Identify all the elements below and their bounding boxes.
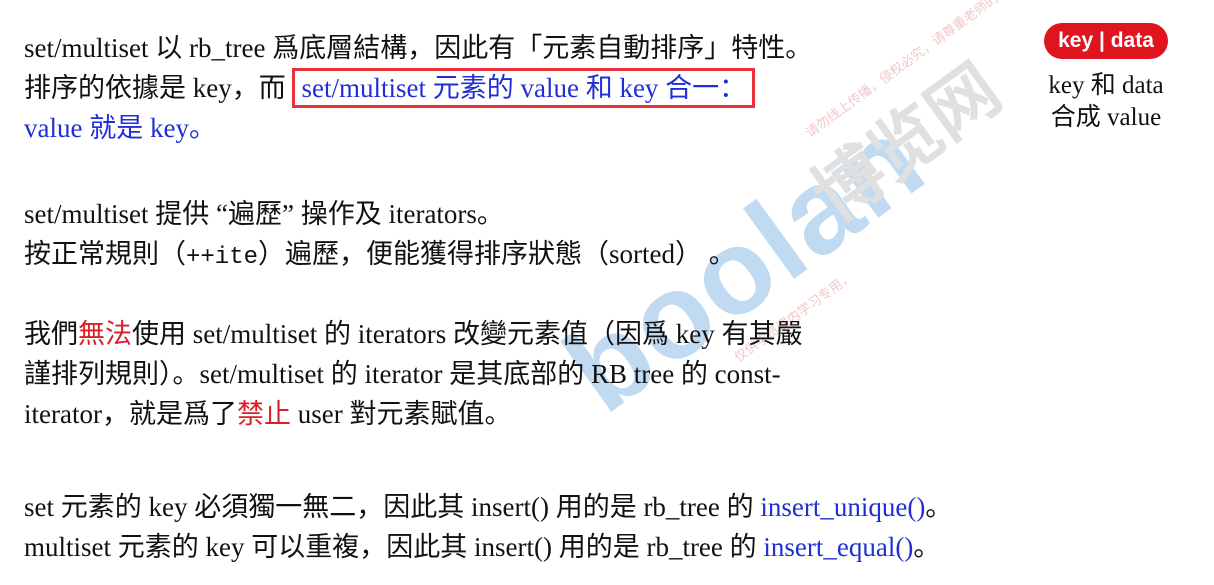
p2-line-2-post: ）遍歷，便能獲得排序狀態（sorted） 。 <box>258 239 736 269</box>
paragraph-const-iterator: 我們無法使用 set/multiset 的 iterators 改變元素值（因爲… <box>24 314 802 434</box>
red-word-forbid: 禁止 <box>236 399 291 429</box>
p1-line-1: set/multiset 以 rb_tree 爲底層結構，因此有「元素自動排序」… <box>24 33 813 63</box>
highlight-box-value-key: set/multiset 元素的 value 和 key 合一： <box>292 68 756 108</box>
p4-line-2: multiset 元素的 key 可以重複，因此其 insert() 用的是 r… <box>24 527 952 567</box>
p1-line-2: 排序的依據是 key，而 set/multiset 元素的 value 和 ke… <box>24 68 812 108</box>
p1-line-2-text: 排序的依據是 key，而 <box>24 73 293 103</box>
paragraph-insert: set 元素的 key 必須獨一無二，因此其 insert() 用的是 rb_t… <box>24 487 952 567</box>
p4-line-2-post: 。 <box>913 532 941 562</box>
p4-line-1: set 元素的 key 必須獨一無二，因此其 insert() 用的是 rb_t… <box>24 487 952 527</box>
p1-line-3: value 就是 key。 <box>24 113 216 143</box>
p2-line-2: 按正常規則（++ite）遍歷，便能獲得排序狀態（sorted） 。 <box>24 234 736 278</box>
key-data-badge: key | data <box>1044 23 1168 59</box>
p3-line-1-pre: 我們 <box>24 319 78 349</box>
p3-line-1-post: 使用 set/multiset 的 iterators 改變元素值（因爲 key… <box>132 319 803 349</box>
side-note: key 和 data 合成 value <box>1030 70 1182 134</box>
p3-line-2: 謹排列規則）。set/multiset 的 iterator 是其底部的 RB … <box>24 359 781 389</box>
p3-line-3-pre: iterator，就是爲了 <box>24 399 237 429</box>
watermark-cn: 博览网 <box>797 47 1016 238</box>
p4-line-1-pre: set 元素的 key 必須獨一無二，因此其 insert() 用的是 rb_t… <box>24 492 761 522</box>
p3-line-3: iterator，就是爲了禁止 user 對元素賦值。 <box>24 394 802 434</box>
side-note-line-2: 合成 value <box>1050 104 1162 131</box>
p2-line-1: set/multiset 提供 “遍歷” 操作及 iterators。 <box>24 199 504 229</box>
fn-insert-equal: insert_equal() <box>763 532 914 562</box>
paragraph-iterators: set/multiset 提供 “遍歷” 操作及 iterators。 按正常規… <box>24 194 736 278</box>
p3-line-1: 我們無法使用 set/multiset 的 iterators 改變元素值（因爲… <box>24 314 802 354</box>
paragraph-rb-tree: set/multiset 以 rb_tree 爲底層結構，因此有「元素自動排序」… <box>24 28 812 148</box>
red-word-cannot: 無法 <box>78 319 132 349</box>
p4-line-1-post: 。 <box>925 492 953 522</box>
p2-line-2-pre: 按正常規則（ <box>24 239 186 269</box>
code-increment-ite: ++ite <box>186 244 259 271</box>
side-note-line-1: key 和 data <box>1048 72 1164 99</box>
p3-line-3-post: user 對元素賦值。 <box>290 399 512 429</box>
p4-line-2-pre: multiset 元素的 key 可以重複，因此其 insert() 用的是 r… <box>24 532 764 562</box>
fn-insert-unique: insert_unique() <box>760 492 926 522</box>
